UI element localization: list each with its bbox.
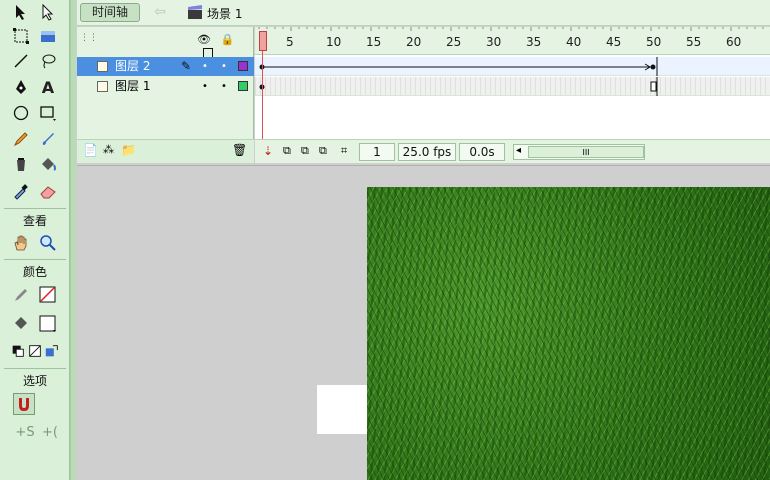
scene-clapperboard-icon	[187, 4, 203, 20]
insert-folder-icon[interactable]: 📁	[121, 143, 136, 157]
options-section-label: 选项	[22, 374, 47, 388]
pencil-edit-icon: ✎	[181, 59, 192, 73]
current-frame-field[interactable]: 1	[359, 143, 395, 161]
layer-outline-color-swatch[interactable]	[238, 81, 248, 91]
visibility-dot-icon[interactable]: •	[202, 57, 208, 76]
pen-tool-icon[interactable]	[10, 76, 32, 98]
frame-ruler[interactable]: 151015202530354045505560	[255, 27, 770, 55]
modify-onion-markers-icon[interactable]: ⌗	[341, 144, 347, 158]
toolbox-divider	[4, 368, 66, 369]
hand-tool-icon[interactable]	[10, 232, 32, 254]
lock-dot-icon[interactable]: •	[221, 77, 227, 96]
toolbox: A 查看 颜色 选项 +S +(	[0, 0, 76, 480]
scene-label[interactable]: 场景 1	[207, 5, 242, 22]
toolbox-divider	[4, 208, 66, 209]
swap-colors-icon[interactable]	[44, 340, 60, 362]
layer-row[interactable]: 图层 2 ✎ • •	[77, 57, 254, 76]
playhead[interactable]	[259, 27, 267, 139]
layer-row[interactable]: 图层 1 • •	[77, 77, 254, 96]
fill-color-swatch-icon[interactable]	[37, 313, 59, 335]
layer-outline-color-swatch[interactable]	[238, 61, 248, 71]
delete-layer-icon[interactable]: 🗑	[232, 143, 247, 157]
frame-row[interactable]	[255, 77, 770, 96]
layer-name: 图层 2	[115, 59, 151, 73]
subselection-tool-icon[interactable]	[37, 1, 59, 23]
lasso-tool-icon[interactable]	[37, 50, 59, 72]
visibility-dot-icon[interactable]: •	[202, 77, 208, 96]
add-motion-guide-icon[interactable]: ⁂	[103, 143, 114, 156]
back-arrow-icon[interactable]: ⇦	[147, 4, 173, 22]
frame-rate-field[interactable]: 25.0 fps	[398, 143, 456, 161]
timeline-toggle-button[interactable]: 时间轴	[80, 3, 140, 22]
onion-skin-icon[interactable]: ⧉	[283, 144, 291, 158]
stroke-color-swatch-icon[interactable]	[37, 284, 59, 306]
insert-layer-icon[interactable]: 📄	[83, 143, 98, 157]
snap-to-objects-icon[interactable]	[13, 393, 35, 415]
timeline-horizontal-scrollbar[interactable]: ◂ III	[513, 144, 645, 160]
onion-skin-outlines-icon[interactable]: ⧉	[301, 144, 309, 158]
ink-bottle-tool-icon[interactable]	[10, 154, 32, 176]
smooth-option-icon[interactable]: +S	[14, 421, 36, 443]
gradient-transform-tool-icon[interactable]	[37, 25, 59, 47]
center-frame-icon[interactable]: ⇣	[263, 144, 273, 158]
edit-multiple-frames-icon[interactable]: ⧉	[319, 144, 327, 158]
oval-tool-icon[interactable]	[10, 102, 32, 124]
brush-tool-icon[interactable]	[37, 128, 59, 150]
stroke-color-icon[interactable]	[10, 284, 32, 306]
layer2-tween-span	[259, 57, 658, 76]
frames-panel: 151015202530354045505560 ⇣ ⧉ ⧉ ⧉ ⌗ 1 25.…	[255, 27, 770, 163]
layer-name: 图层 1	[115, 79, 151, 93]
paint-bucket-tool-icon[interactable]	[37, 154, 59, 176]
scroll-left-icon[interactable]: ◂	[516, 145, 521, 156]
layer-header-icons: 👁 🔒	[197, 33, 253, 59]
scroll-thumb[interactable]: III	[528, 146, 644, 158]
timeline-header-bar: 时间轴 ⇦ 场景 1	[77, 0, 770, 26]
eyedropper-tool-icon[interactable]	[10, 180, 32, 202]
toolbox-divider	[4, 259, 66, 260]
panel-grip-icon[interactable]: ⋮⋮	[80, 33, 98, 43]
text-tool-icon[interactable]: A	[37, 76, 59, 98]
zoom-tool-icon[interactable]	[37, 232, 59, 254]
fill-color-icon[interactable]	[10, 313, 32, 335]
layer-controls-bar: 📄 ⁂ 📁 🗑	[77, 139, 254, 163]
selection-tool-icon[interactable]	[10, 1, 32, 23]
layers-panel: 👁 🔒 ⋮⋮ 图层 2 ✎ • • 图层 1 • • 📄 ⁂ 📁 🗑	[77, 27, 254, 163]
frame-row[interactable]	[255, 57, 770, 76]
eye-icon[interactable]: 👁	[197, 33, 211, 46]
grass-image[interactable]	[367, 187, 770, 480]
timeline-status-bar: ⇣ ⧉ ⧉ ⧉ ⌗ 1 25.0 fps 0.0s ◂ III	[255, 139, 770, 163]
stage-area[interactable]	[77, 165, 770, 480]
color-section-label: 颜色	[22, 265, 47, 279]
line-tool-icon[interactable]	[10, 50, 32, 72]
eraser-tool-icon[interactable]	[37, 180, 59, 202]
lock-dot-icon[interactable]: •	[221, 57, 227, 76]
ruler-ticks	[258, 27, 764, 31]
elapsed-time-field: 0.0s	[459, 143, 505, 161]
black-white-icon[interactable]	[10, 340, 26, 362]
straighten-option-icon[interactable]: +(	[39, 421, 61, 443]
layer1-static-span	[259, 77, 658, 96]
no-color-icon[interactable]	[27, 340, 43, 362]
view-section-label: 查看	[22, 214, 47, 228]
pencil-tool-icon[interactable]	[10, 128, 32, 150]
layer-page-icon	[97, 81, 108, 92]
free-transform-tool-icon[interactable]	[10, 25, 32, 47]
toolbox-strip	[70, 0, 76, 480]
layer-page-icon	[97, 61, 108, 72]
rectangle-tool-icon[interactable]	[37, 102, 59, 124]
lock-icon[interactable]: 🔒	[220, 33, 234, 46]
